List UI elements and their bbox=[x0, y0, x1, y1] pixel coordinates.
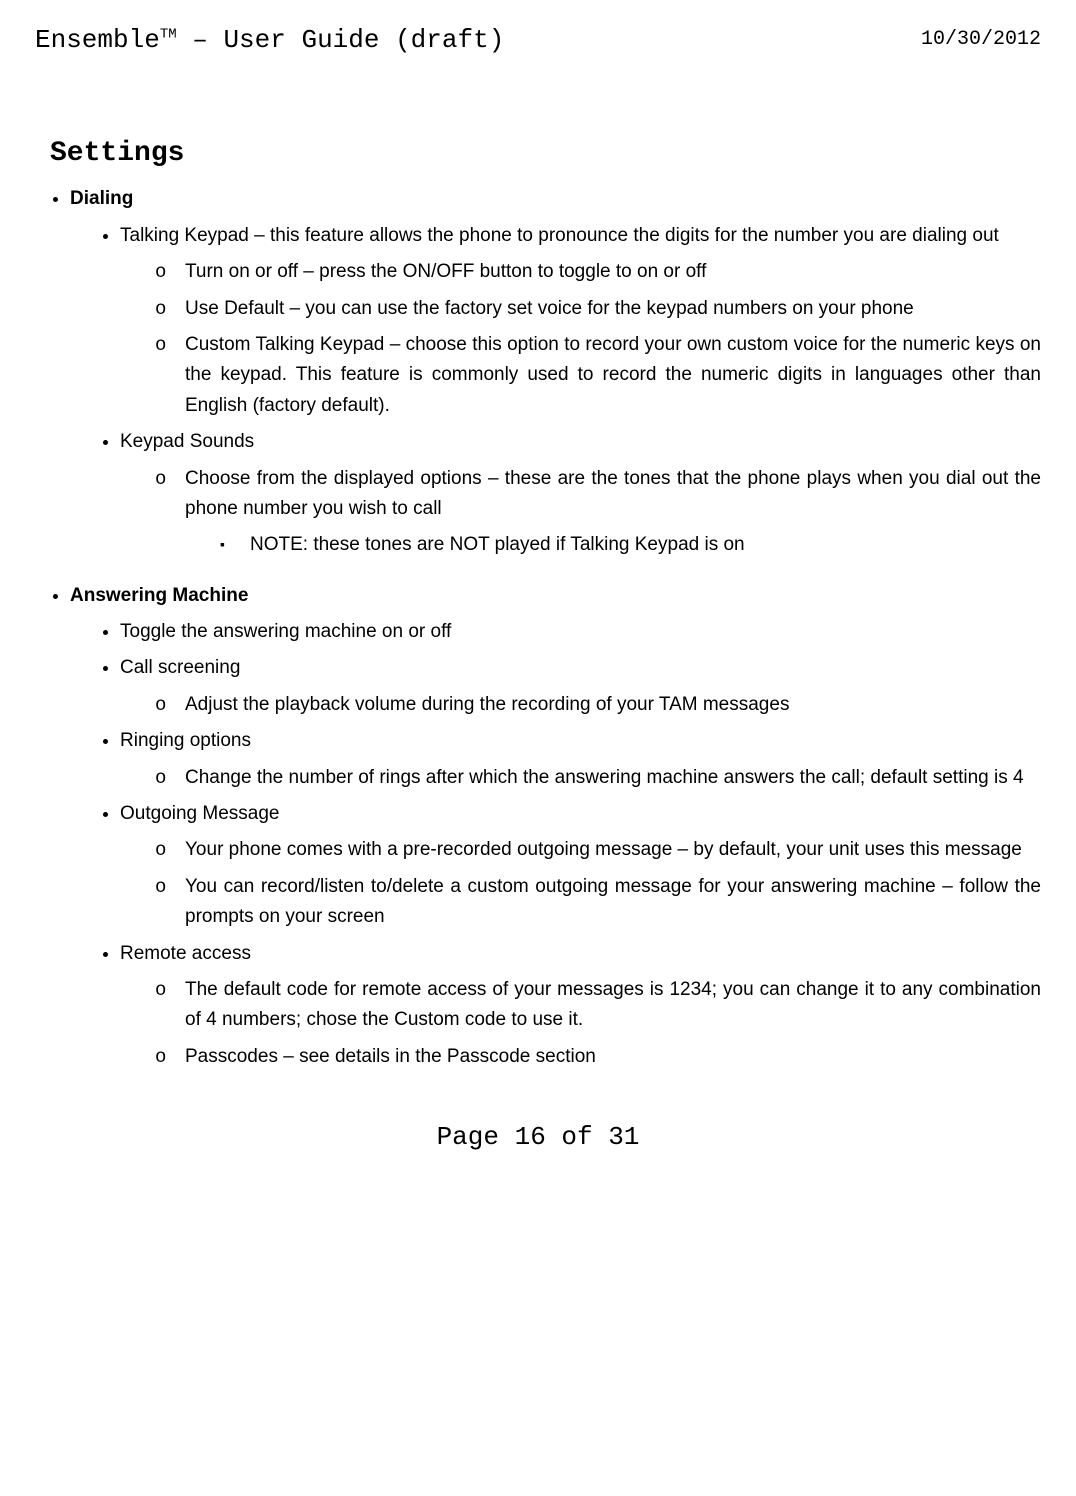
content-list: DialingTalking Keypad – this feature all… bbox=[35, 184, 1041, 1072]
section-head: DialingTalking Keypad – this feature all… bbox=[70, 184, 1041, 560]
sub-list: The default code for remote access of yo… bbox=[120, 975, 1041, 1072]
list-item: Passcodes – see details in the Passcode … bbox=[155, 1042, 1041, 1072]
header-title: EnsembleTM – User Guide (draft) bbox=[35, 20, 504, 62]
header-title-pre: Ensemble bbox=[35, 25, 160, 55]
list-item: Custom Talking Keypad – choose this opti… bbox=[155, 330, 1041, 421]
list-item: Remote accessThe default code for remote… bbox=[120, 939, 1041, 1073]
list-item: Change the number of rings after which t… bbox=[155, 763, 1041, 793]
list-item: You can record/listen to/delete a custom… bbox=[155, 872, 1041, 933]
list-item: Choose from the displayed options – thes… bbox=[155, 464, 1041, 561]
section-items: Talking Keypad – this feature allows the… bbox=[70, 221, 1041, 561]
subsub-list: NOTE: these tones are NOT played if Talk… bbox=[185, 530, 1041, 560]
header-title-post: – User Guide (draft) bbox=[177, 25, 505, 55]
list-item: Call screeningAdjust the playback volume… bbox=[120, 653, 1041, 720]
list-item: NOTE: these tones are NOT played if Talk… bbox=[220, 530, 1041, 560]
list-item: Use Default – you can use the factory se… bbox=[155, 294, 1041, 324]
section-head: Answering MachineToggle the answering ma… bbox=[70, 581, 1041, 1072]
page-title: Settings bbox=[35, 132, 1041, 177]
header-date: 10/30/2012 bbox=[921, 20, 1041, 62]
list-item: Adjust the playback volume during the re… bbox=[155, 690, 1041, 720]
list-item: The default code for remote access of yo… bbox=[155, 975, 1041, 1036]
list-item: Turn on or off – press the ON/OFF button… bbox=[155, 257, 1041, 287]
list-item: Talking Keypad – this feature allows the… bbox=[120, 221, 1041, 421]
sub-list: Choose from the displayed options – thes… bbox=[120, 464, 1041, 561]
list-item: Keypad SoundsChoose from the displayed o… bbox=[120, 427, 1041, 561]
list-item: Your phone comes with a pre-recorded out… bbox=[155, 835, 1041, 865]
list-item: Toggle the answering machine on or off bbox=[120, 617, 1041, 647]
page-header: EnsembleTM – User Guide (draft) 10/30/20… bbox=[35, 20, 1041, 62]
sub-list: Adjust the playback volume during the re… bbox=[120, 690, 1041, 720]
sub-list: Your phone comes with a pre-recorded out… bbox=[120, 835, 1041, 932]
header-tm: TM bbox=[160, 26, 177, 42]
sub-list: Change the number of rings after which t… bbox=[120, 763, 1041, 793]
sub-list: Turn on or off – press the ON/OFF button… bbox=[120, 257, 1041, 421]
list-item: Ringing optionsChange the number of ring… bbox=[120, 726, 1041, 793]
list-item: Outgoing MessageYour phone comes with a … bbox=[120, 799, 1041, 933]
section-items: Toggle the answering machine on or off Ca… bbox=[70, 617, 1041, 1072]
page-footer: Page 16 of 31 bbox=[35, 1117, 1041, 1159]
